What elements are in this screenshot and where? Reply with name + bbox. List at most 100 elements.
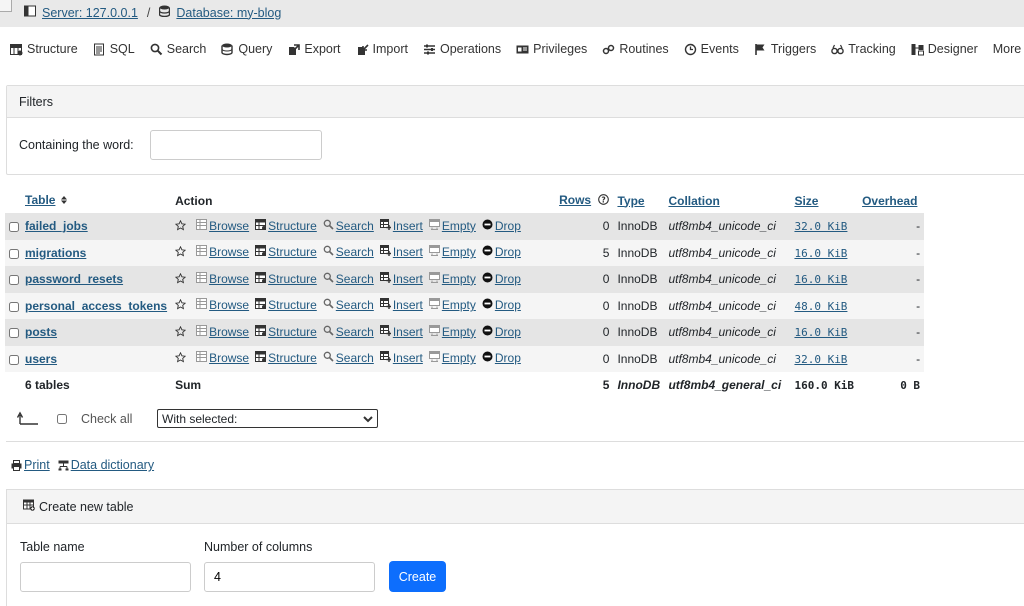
row-count: 0: [555, 213, 614, 240]
search-action-link[interactable]: Search: [323, 351, 374, 365]
table-name-link[interactable]: failed_jobs: [25, 219, 88, 233]
browse-action-link[interactable]: Browse: [196, 271, 249, 286]
search-action-link[interactable]: Search: [323, 298, 374, 312]
table-name-input[interactable]: [20, 562, 191, 592]
favorite-star-icon[interactable]: [174, 272, 187, 287]
search-action-link[interactable]: Search: [323, 219, 374, 233]
empty-action-link[interactable]: Empty: [428, 245, 476, 259]
favorite-star-icon[interactable]: [174, 325, 187, 340]
size-link[interactable]: 32.0 KiB: [794, 220, 847, 233]
structure-action-link[interactable]: Structure: [255, 245, 317, 259]
browse-action-label: Browse: [209, 351, 250, 366]
tab-tracking[interactable]: Tracking: [831, 42, 896, 56]
tab-search[interactable]: Search: [150, 42, 206, 56]
empty-action-link[interactable]: Empty: [428, 324, 476, 339]
size-link[interactable]: 16.0 KiB: [794, 273, 847, 286]
search-action-link[interactable]: Search: [323, 272, 374, 286]
tab-operations[interactable]: Operations: [423, 42, 501, 56]
search-action-link[interactable]: Search: [323, 245, 374, 259]
browse-action-link[interactable]: Browse: [196, 218, 249, 233]
table-name-link[interactable]: personal_access_tokens: [25, 299, 167, 313]
structure-icon: [255, 324, 267, 339]
insert-action-link[interactable]: Insert: [379, 245, 423, 259]
insert-action-link[interactable]: Insert: [379, 218, 423, 233]
browse-action-link[interactable]: Browse: [196, 324, 249, 339]
drop-action-link[interactable]: Drop: [482, 245, 521, 259]
insert-action-link[interactable]: Insert: [379, 298, 423, 312]
tab-sql[interactable]: SQL: [93, 42, 135, 56]
size-link[interactable]: 16.0 KiB: [794, 247, 847, 260]
browse-action-link[interactable]: Browse: [196, 298, 249, 312]
empty-action-link[interactable]: Empty: [428, 218, 476, 233]
sort-by-overhead-link[interactable]: Overhead: [862, 194, 917, 208]
row-checkbox[interactable]: [9, 328, 19, 339]
drop-action-link[interactable]: Drop: [482, 272, 521, 286]
tab-tracking-label: Tracking: [848, 42, 896, 56]
sort-by-size-link[interactable]: Size: [794, 194, 818, 208]
tab-import[interactable]: Import: [356, 42, 408, 56]
empty-action-link[interactable]: Empty: [428, 271, 476, 286]
row-checkbox[interactable]: [9, 301, 19, 312]
favorite-star-icon[interactable]: [174, 298, 187, 313]
check-all-label[interactable]: Check all: [81, 412, 132, 426]
sort-by-table-link[interactable]: Table: [25, 193, 55, 207]
data-dictionary-link[interactable]: Data dictionary: [58, 458, 154, 472]
sort-icon[interactable]: [59, 194, 69, 208]
table-name-link[interactable]: password_resets: [25, 272, 123, 286]
breadcrumb-database-link[interactable]: Database: my-blog: [176, 6, 281, 20]
overhead: -: [858, 292, 925, 319]
structure-action-link[interactable]: Structure: [255, 271, 317, 286]
tab-structure[interactable]: Structure: [10, 42, 78, 56]
insert-action-link[interactable]: Insert: [379, 324, 423, 339]
size-link[interactable]: 48.0 KiB: [794, 300, 847, 313]
drop-action-link[interactable]: Drop: [482, 325, 521, 339]
insert-action-link[interactable]: Insert: [379, 271, 423, 286]
tab-privileges[interactable]: Privileges: [516, 42, 587, 56]
tab-designer[interactable]: Designer: [911, 42, 978, 56]
drop-action-link[interactable]: Drop: [482, 298, 521, 312]
favorite-star-icon[interactable]: [174, 245, 187, 260]
tab-routines[interactable]: Routines: [602, 42, 669, 56]
with-selected-dropdown[interactable]: With selected:: [157, 409, 378, 428]
insert-action-link[interactable]: Insert: [379, 351, 423, 365]
browse-action-link[interactable]: Browse: [196, 351, 249, 365]
table-name-link[interactable]: posts: [25, 325, 57, 339]
print-link[interactable]: Print: [11, 458, 50, 472]
help-icon[interactable]: ?: [598, 194, 610, 208]
number-of-columns-input[interactable]: [204, 562, 375, 592]
tab-triggers[interactable]: Triggers: [754, 42, 816, 56]
empty-action-link[interactable]: Empty: [428, 351, 476, 365]
table-name-link[interactable]: migrations: [25, 246, 86, 260]
browse-action-link[interactable]: Browse: [196, 245, 249, 259]
drop-action-link[interactable]: Drop: [482, 351, 521, 365]
row-checkbox[interactable]: [9, 275, 19, 286]
search-action-link[interactable]: Search: [323, 325, 374, 339]
structure-action-link[interactable]: Structure: [255, 298, 317, 312]
check-all-checkbox[interactable]: [57, 414, 67, 424]
tab-events[interactable]: Events: [684, 42, 739, 56]
collapse-navigation-button[interactable]: [0, 0, 12, 12]
empty-action-link[interactable]: Empty: [428, 298, 476, 312]
row-checkbox[interactable]: [9, 222, 19, 233]
structure-action-link[interactable]: Structure: [255, 324, 317, 339]
filter-input[interactable]: [150, 130, 322, 160]
tab-more[interactable]: More: [993, 42, 1021, 56]
sort-by-collation-link[interactable]: Collation: [668, 194, 719, 208]
favorite-star-icon[interactable]: [174, 219, 187, 234]
tab-export[interactable]: Export: [287, 42, 341, 56]
table-name-link[interactable]: users: [25, 352, 57, 366]
favorite-star-icon[interactable]: [174, 351, 187, 366]
breadcrumb-server-link[interactable]: Server: 127.0.0.1: [42, 6, 138, 20]
structure-action-link[interactable]: Structure: [255, 218, 317, 233]
sort-by-type-link[interactable]: Type: [617, 194, 644, 208]
drop-action-link[interactable]: Drop: [482, 219, 521, 233]
tables-list: Table Action Rows ? Type Collation Size …: [5, 188, 925, 398]
size-link[interactable]: 16.0 KiB: [794, 326, 847, 339]
row-checkbox[interactable]: [9, 248, 19, 259]
sort-by-rows-link[interactable]: Rows: [559, 193, 591, 207]
row-checkbox[interactable]: [9, 354, 19, 365]
size-link[interactable]: 32.0 KiB: [794, 353, 847, 366]
create-button[interactable]: Create: [389, 561, 446, 592]
tab-query[interactable]: Query: [221, 42, 272, 56]
structure-action-link[interactable]: Structure: [255, 351, 317, 365]
